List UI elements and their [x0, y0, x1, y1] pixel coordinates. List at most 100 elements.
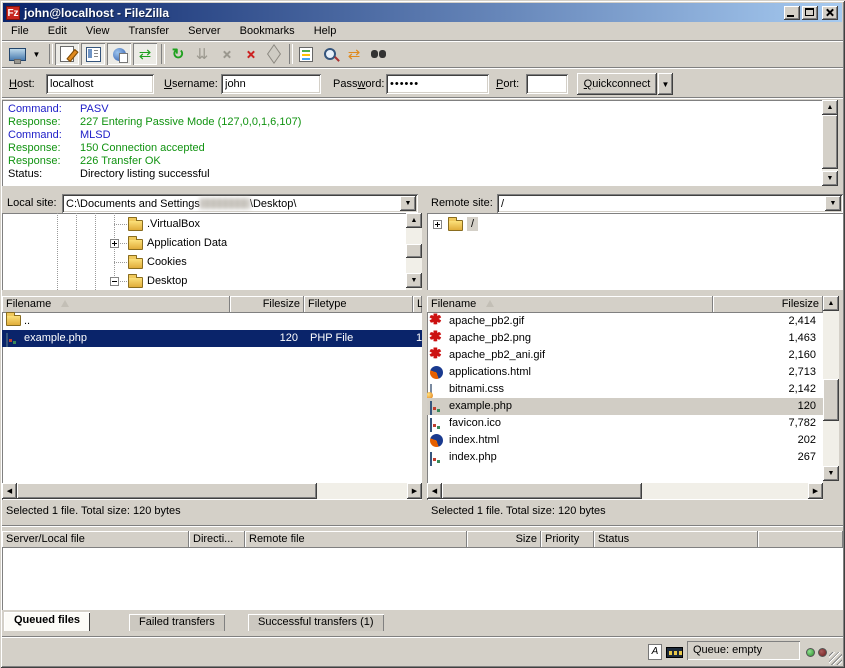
- ascii-datatype-indicator-icon[interactable]: A: [648, 644, 662, 660]
- activity-led-red: [818, 648, 827, 657]
- tree-item-root[interactable]: /: [448, 215, 478, 234]
- remote-site-combo[interactable]: / ▼: [497, 194, 843, 213]
- file-row[interactable]: ✱apache_pb2_ani.gif2,160: [427, 347, 823, 364]
- local-hscrollbar[interactable]: ◀ ▶: [2, 483, 422, 499]
- speedlimit-indicator-icon[interactable]: [666, 647, 683, 658]
- scroll-left-button[interactable]: ◀: [2, 483, 17, 499]
- webpage-file-icon: [430, 452, 432, 466]
- queue-column-empty[interactable]: [758, 531, 843, 548]
- cancel-operation-button[interactable]: [214, 43, 238, 65]
- expand-icon[interactable]: [433, 220, 442, 229]
- file-row[interactable]: ✱apache_pb2.gif2,414: [427, 313, 823, 330]
- file-row-selected[interactable]: example.php 120 PHP File 1: [2, 330, 422, 347]
- file-row[interactable]: index.php267: [427, 449, 823, 466]
- tree-item-desktop[interactable]: Desktop: [128, 272, 187, 290]
- remote-site-dropdown-arrow[interactable]: ▼: [825, 196, 841, 211]
- local-file-list: Filename Filesize Filetype L .. example.…: [2, 296, 422, 500]
- tab-queued-files[interactable]: Queued files: [4, 612, 90, 631]
- log-scrollbar[interactable]: ▲ ▼: [822, 100, 838, 186]
- username-label: Username:: [164, 78, 218, 90]
- menu-bookmarks[interactable]: Bookmarks: [232, 22, 303, 40]
- tree-item-cookies[interactable]: Cookies: [128, 253, 187, 272]
- menu-view[interactable]: View: [78, 22, 118, 40]
- scrollbar-thumb[interactable]: [406, 244, 422, 258]
- tree-item-virtualbox[interactable]: .VirtualBox: [128, 215, 200, 234]
- password-input[interactable]: [386, 74, 489, 94]
- queue-column-remote-file[interactable]: Remote file: [245, 531, 467, 548]
- collapse-icon[interactable]: [110, 277, 119, 286]
- reconnect-icon: [267, 44, 281, 64]
- scroll-up-button[interactable]: ▲: [822, 100, 838, 115]
- scrollbar-thumb[interactable]: [442, 483, 642, 499]
- menu-help[interactable]: Help: [306, 22, 345, 40]
- refresh-button[interactable]: ↻: [166, 43, 190, 65]
- menu-edit[interactable]: Edit: [40, 22, 75, 40]
- expand-icon[interactable]: [110, 239, 119, 248]
- scroll-up-button[interactable]: ▲: [406, 213, 422, 228]
- queue-column-status[interactable]: Status: [594, 531, 758, 548]
- file-row[interactable]: index.html202: [427, 432, 823, 449]
- menu-transfer[interactable]: Transfer: [121, 22, 178, 40]
- queue-column-local-file[interactable]: Server/Local file: [2, 531, 189, 548]
- queue-column-direction[interactable]: Directi...: [189, 531, 245, 548]
- site-manager-button[interactable]: [5, 43, 29, 65]
- tree-item-application-data[interactable]: Application Data: [128, 234, 227, 253]
- tab-successful-transfers[interactable]: Successful transfers (1): [248, 614, 384, 631]
- column-header-filesize[interactable]: Filesize: [230, 296, 304, 313]
- file-row[interactable]: ✱apache_pb2.png1,463: [427, 330, 823, 347]
- port-input[interactable]: [526, 74, 568, 94]
- file-row-selected[interactable]: example.php120: [427, 398, 823, 415]
- host-input[interactable]: [46, 74, 154, 94]
- reconnect-button[interactable]: [262, 43, 286, 65]
- scroll-right-button[interactable]: ▶: [808, 483, 823, 499]
- quickconnect-dropdown-button[interactable]: ▼: [658, 73, 673, 95]
- local-tree-scrollbar[interactable]: ▲ ▼: [406, 213, 422, 290]
- queue-column-size[interactable]: Size: [467, 531, 541, 548]
- directory-comparison-button[interactable]: [318, 43, 342, 65]
- scroll-down-button[interactable]: ▼: [822, 171, 838, 186]
- file-row[interactable]: bitnami.css2,142: [427, 381, 823, 398]
- column-header-lastmodified[interactable]: L: [413, 296, 422, 313]
- find-files-button[interactable]: [366, 43, 390, 65]
- menu-server[interactable]: Server: [180, 22, 228, 40]
- stylesheet-file-icon: [430, 384, 432, 398]
- quickconnect-button[interactable]: Quickconnect: [577, 73, 657, 95]
- column-header-filename[interactable]: Filename: [427, 296, 713, 313]
- remote-hscrollbar[interactable]: ◀ ▶: [427, 483, 823, 499]
- local-site-combo[interactable]: C:\Documents and Settings\Desktop\ ▼: [62, 194, 418, 213]
- scroll-down-button[interactable]: ▼: [406, 273, 422, 288]
- close-button[interactable]: #win .winbtn .xmark::before,#win .winbtn…: [822, 6, 838, 20]
- tab-failed-transfers[interactable]: Failed transfers: [129, 614, 225, 631]
- file-row[interactable]: favicon.ico7,782: [427, 415, 823, 432]
- minimize-button[interactable]: [784, 6, 800, 20]
- scroll-up-button[interactable]: ▲: [823, 296, 839, 311]
- toggle-message-log-button[interactable]: [55, 43, 79, 65]
- title-bar[interactable]: Fz john@localhost - FileZilla #win .winb…: [3, 3, 842, 22]
- column-header-filetype[interactable]: Filetype: [304, 296, 413, 313]
- scroll-down-button[interactable]: ▼: [823, 466, 839, 481]
- process-queue-button[interactable]: ⇊: [190, 43, 214, 65]
- toggle-local-tree-button[interactable]: [81, 43, 105, 65]
- resize-grip[interactable]: [829, 652, 842, 665]
- username-input[interactable]: [221, 74, 321, 94]
- file-row-parent-dir[interactable]: ..: [2, 313, 422, 330]
- toggle-remote-tree-button[interactable]: [107, 43, 131, 65]
- queue-column-priority[interactable]: Priority: [541, 531, 594, 548]
- filter-button[interactable]: [294, 43, 318, 65]
- scrollbar-thumb[interactable]: [823, 379, 839, 421]
- scroll-right-button[interactable]: ▶: [407, 483, 422, 499]
- scrollbar-thumb[interactable]: [822, 115, 838, 169]
- remote-vscrollbar[interactable]: ▲ ▼: [823, 296, 839, 481]
- column-header-filename[interactable]: Filename: [2, 296, 230, 313]
- menu-file[interactable]: File: [3, 22, 37, 40]
- site-manager-dropdown-button[interactable]: ▼: [30, 43, 43, 65]
- column-header-filesize[interactable]: Filesize: [713, 296, 823, 313]
- file-row[interactable]: applications.html2,713: [427, 364, 823, 381]
- local-site-dropdown-arrow[interactable]: ▼: [400, 196, 416, 211]
- maximize-button[interactable]: [802, 6, 818, 20]
- disconnect-button[interactable]: [238, 43, 262, 65]
- scroll-left-button[interactable]: ◀: [427, 483, 442, 499]
- scrollbar-thumb[interactable]: [17, 483, 317, 499]
- synchronized-browsing-button[interactable]: ⇄: [342, 43, 366, 65]
- toggle-queue-button[interactable]: ⇄: [133, 43, 157, 65]
